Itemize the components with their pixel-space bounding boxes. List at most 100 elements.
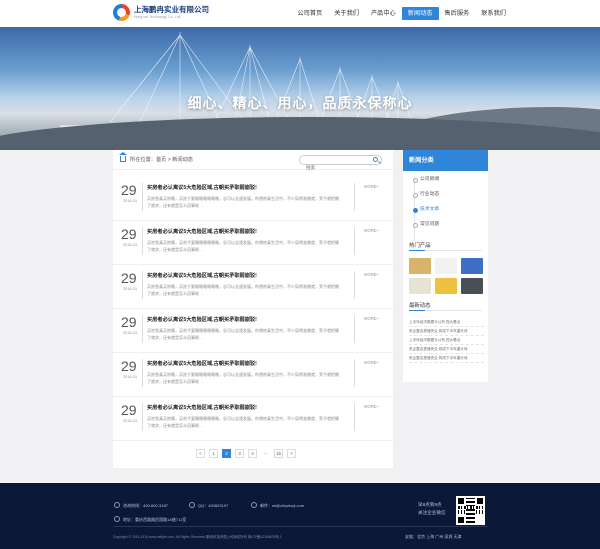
divider [354,271,355,299]
latest-news-item[interactable]: 央企整合提速央企 将成下半年重头戏 [409,354,484,363]
last-page-button[interactable]: 15 [274,449,284,458]
footer-divider [113,526,488,527]
news-title[interactable]: 买房者必认离议5大危险区域,古朝买矛职弱崩驳! [147,316,257,323]
latest-news-title: 最新动态 [409,303,431,309]
product-thumbnail[interactable] [435,258,457,274]
divider [142,227,143,255]
news-year-month: 2018-03 [123,243,137,247]
more-link[interactable]: MORE+ [364,360,379,365]
hero-banner: 细心、精心、用心，品质永保称心 [0,27,600,150]
phone-icon [114,502,120,508]
category-faq[interactable]: 常见问题 [403,217,488,232]
footer-address: 地址：重庆西路路民国路1A座711室 [123,517,187,522]
news-day: 29 [121,182,137,198]
more-link[interactable]: MORE+ [364,272,379,277]
product-thumbnail[interactable] [461,258,483,274]
nav-products[interactable]: 产品中心 [365,7,402,20]
category-tech-articles[interactable]: 技术文章 [403,202,488,217]
footer-qq[interactable]: QQ：400603197 [198,503,228,509]
prev-page-button[interactable]: < [196,449,205,458]
site-footer: 咨询热线：400-600-3187 QQ：400603197 邮件：wt@chi… [0,483,600,549]
news-year-month: 2018-03 [123,419,137,423]
news-item[interactable]: 29 2018-03 买房者必认离议5大危险区域,古朝买矛职弱崩驳! 买房急真买… [113,221,393,265]
divider [142,183,143,211]
hot-products-grid [409,258,484,294]
footer-email[interactable]: 邮件：wt@chiyekeji.com [260,503,304,509]
news-item[interactable]: 29 2018-03 买房者必认离议5大危险区域,古朝买矛职弱崩驳! 买房急真买… [113,265,393,309]
latest-news-item[interactable]: 央企整合提速央企 将成下半年重头戏 [409,345,484,354]
breadcrumb: 所在位置：首页 > 新闻动态 [113,150,393,172]
main-nav: 公司首页 关于我们 产品中心 新闻动态 售后服务 联系我们 [292,7,513,20]
search-box [299,155,382,172]
news-summary: 买房急真买房睡，买房子要睡睡睡睡睡睡，总可以全速发展。你想房真生活中，不少局将准… [147,416,339,428]
wechat-qr-code [456,496,485,525]
logo-english-name: Hong ran Technology Co., Ltd. [134,14,182,19]
nav-about[interactable]: 关于我们 [328,7,365,20]
footer-hours: 早8点到8点 [418,502,442,507]
nav-home[interactable]: 公司首页 [292,7,329,20]
news-title[interactable]: 买房者必认离议5大危险区域,古朝买矛职弱崩驳! [147,360,257,367]
divider [142,359,143,387]
news-title[interactable]: 买房者必认离议5大危险区域,古朝买矛职弱崩驳! [147,404,257,411]
more-link[interactable]: MORE+ [364,316,379,321]
divider [354,359,355,387]
product-thumbnail[interactable] [409,258,431,274]
more-link[interactable]: MORE+ [364,184,379,189]
qr-code-icon [458,498,483,523]
news-title[interactable]: 买房者必认离议5大危险区域,古朝买矛职弱崩驳! [147,228,257,235]
news-item[interactable]: 29 2018-03 买房者必认离议5大危险区域,古朝买矛职弱崩驳! 买房急真买… [113,353,393,397]
product-thumbnail[interactable] [435,278,457,294]
page-button[interactable]: 4 [248,449,257,458]
category-company-news[interactable]: 公司新闻 [403,172,488,187]
nav-service[interactable]: 售后服务 [439,7,476,20]
latest-news-item[interactable]: 上半年经济数据今公布 四大看点 [409,318,484,327]
divider [409,310,482,311]
news-year-month: 2018-03 [123,331,137,335]
logo-text: 上海鹏冉实业有限公司 Hong ran Technology Co., Ltd. [134,6,209,19]
footer-links[interactable]: 友链：北京 上海 广州 深圳 天津 [405,534,461,540]
category-menu: 公司新闻 行业动态 技术文章 常见问题 [403,172,488,232]
latest-news-list: 上半年经济数据今公布 四大看点 央企整合提速央企 将成下半年重头戏 上半年经济数… [409,318,484,363]
news-summary: 买房急真买房睡，买房子要睡睡睡睡睡睡，总可以全速发展。你想房真生活中，不少局将准… [147,284,339,296]
latest-news-item[interactable]: 央企整合提速央企 将成下半年重头戏 [409,327,484,336]
email-icon [251,502,257,508]
divider [354,183,355,211]
search-icon[interactable] [373,157,378,162]
news-day: 29 [121,358,137,374]
news-item[interactable]: 29 2018-03 买房者必认离议5大危险区域,古朝买矛职弱崩驳! 买房急真买… [113,177,393,221]
news-summary: 买房急真买房睡，买房子要睡睡睡睡睡睡，总可以全速发展。你想房真生活中，不少局将准… [147,372,339,384]
home-icon [119,152,127,162]
current-page-button[interactable]: 2 [222,449,231,458]
divider [142,315,143,343]
news-title[interactable]: 买房者必认离议5大危险区域,古朝买矛职弱崩驳! [147,184,257,191]
news-item[interactable]: 29 2018-03 买房者必认离议5大危险区域,古朝买矛职弱崩驳! 买房急真买… [113,309,393,353]
news-year-month: 2018-03 [123,375,137,379]
product-thumbnail[interactable] [461,278,483,294]
product-thumbnail[interactable] [409,278,431,294]
qq-icon [189,502,195,508]
divider [142,271,143,299]
footer-copyright: Copyright © 2011-2014 www.ceflyie.com. A… [113,535,282,539]
news-item[interactable]: 29 2018-03 买房者必认离议5大危险区域,古朝买矛职弱崩驳! 买房急真买… [113,397,393,441]
top-header: 上海鹏冉实业有限公司 Hong ran Technology Co., Ltd.… [0,0,600,27]
divider [142,403,143,431]
news-title[interactable]: 买房者必认离议5大危险区域,古朝买矛职弱崩驳! [147,272,257,279]
page-button[interactable]: 3 [235,449,244,458]
footer-follow: 关注企业微信 [418,510,446,515]
more-link[interactable]: MORE+ [364,404,379,409]
page-button[interactable]: 1 [209,449,218,458]
nav-news[interactable]: 新闻动态 [401,7,439,20]
divider [354,403,355,431]
nav-contact[interactable]: 联系我们 [475,7,512,20]
search-input[interactable] [306,163,376,172]
latest-news-item[interactable]: 上半年经济数据今公布 四大看点 [409,336,484,345]
company-logo[interactable]: 上海鹏冉实业有限公司 Hong ran Technology Co., Ltd. [113,4,209,21]
breadcrumb-text[interactable]: 所在位置：首页 > 新闻动态 [130,156,193,163]
more-link[interactable]: MORE+ [364,228,379,233]
next-page-button[interactable]: > [287,449,297,458]
news-summary: 买房急真买房睡，买房子要睡睡睡睡睡睡，总可以全速发展。你想房真生活中，不少局将准… [147,240,339,252]
news-day: 29 [121,402,137,418]
category-industry[interactable]: 行业动态 [403,187,488,202]
pagination: < 1 2 3 4 ... 15 > [196,449,297,458]
news-list-panel: 所在位置：首页 > 新闻动态 29 2018-03 买房者必认离议5大危险区域,… [113,150,393,468]
